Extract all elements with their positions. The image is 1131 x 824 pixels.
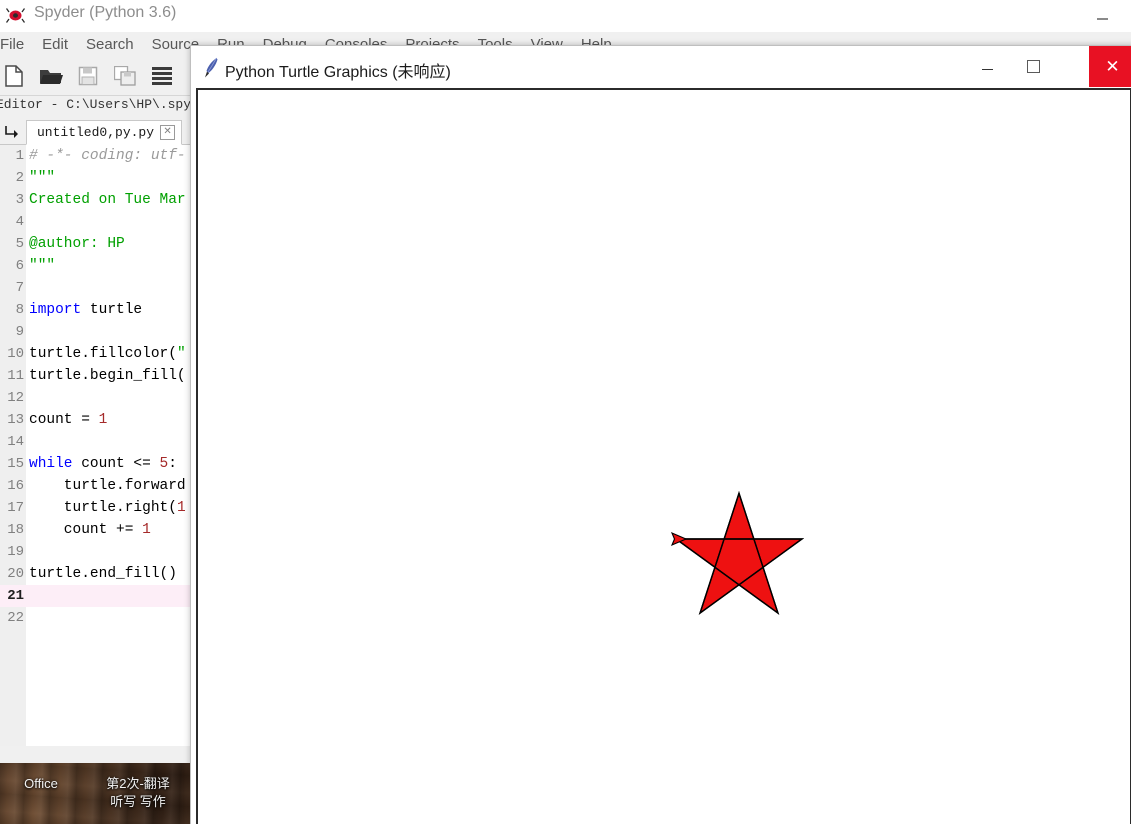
code-token: Created on Tue Mar xyxy=(29,192,186,208)
line-number: 17 xyxy=(7,500,24,516)
code-text: @author: HP xyxy=(29,233,125,255)
save-file-icon[interactable] xyxy=(76,64,100,88)
code-token: turtle xyxy=(81,302,143,318)
spyder-minimize-button[interactable] xyxy=(1079,0,1125,31)
spyder-titlebar[interactable]: Spyder (Python 3.6) xyxy=(0,0,1131,32)
code-token: """ xyxy=(29,258,56,274)
line-number: 18 xyxy=(7,522,24,538)
line-number: 21 xyxy=(7,588,24,604)
browse-tabs-icon[interactable] xyxy=(0,121,26,143)
code-text: import turtle xyxy=(29,299,142,321)
code-token: : xyxy=(168,456,177,472)
line-number: 12 xyxy=(7,390,24,406)
turtle-canvas-area[interactable] xyxy=(196,88,1131,824)
line-number: 19 xyxy=(7,544,24,560)
code-token: turtle.fillcolor( xyxy=(29,346,177,362)
line-number: 1 xyxy=(15,148,24,164)
line-number: 9 xyxy=(15,324,24,340)
code-token: 1 xyxy=(98,412,108,428)
minimize-button[interactable] xyxy=(964,46,1010,86)
minimize-icon xyxy=(1096,17,1108,20)
line-number: 7 xyxy=(15,280,24,296)
line-number: 11 xyxy=(7,368,24,384)
line-number: 15 xyxy=(7,456,24,472)
spyder-logo-icon xyxy=(5,6,26,25)
line-number: 14 xyxy=(7,434,24,450)
code-token: while xyxy=(29,456,73,472)
code-text: turtle.begin_fill( xyxy=(29,365,186,387)
code-token: turtle.end_fill() xyxy=(29,566,177,582)
code-token: 5 xyxy=(159,456,169,472)
close-icon: ✕ xyxy=(1105,57,1120,76)
line-number: 8 xyxy=(15,302,24,318)
code-text: turtle.fillcolor(" xyxy=(29,343,186,365)
code-token: " xyxy=(176,346,186,362)
code-token: count += xyxy=(29,522,143,538)
desktop-icon-label-folder[interactable]: 第2次-翻译 听写 写作 xyxy=(86,775,190,811)
save-all-icon[interactable] xyxy=(113,64,137,88)
code-token: turtle.right( xyxy=(29,500,177,516)
code-token: count <= xyxy=(72,456,160,472)
code-text: turtle.forward xyxy=(29,475,186,497)
code-token: """ xyxy=(29,170,56,186)
file-list-icon[interactable] xyxy=(150,64,174,88)
code-token: count = xyxy=(29,412,99,428)
line-number: 22 xyxy=(7,610,24,626)
close-button[interactable]: ✕ xyxy=(1089,46,1131,87)
code-token: import xyxy=(29,302,82,318)
line-number: 6 xyxy=(15,258,24,274)
turtle-star-drawing xyxy=(670,490,805,615)
code-token: 1 xyxy=(142,522,151,538)
spyder-window-title: Spyder (Python 3.6) xyxy=(34,4,177,21)
menu-item-edit[interactable]: Edit xyxy=(42,36,68,53)
screen-root: Office 第2次-翻译 听写 写作 Spyder (Python 3.6) … xyxy=(0,0,1131,824)
editor-pane-title: Editor - C:\Users\HP\.spy xyxy=(0,97,192,112)
minimize-icon xyxy=(981,68,993,71)
code-text: turtle.right(1 xyxy=(29,497,186,519)
line-number: 3 xyxy=(15,192,24,208)
turtle-graphics-window: Python Turtle Graphics (未响应) ✕ xyxy=(190,45,1131,824)
line-number: 4 xyxy=(15,214,24,230)
menu-item-search[interactable]: Search xyxy=(86,36,134,53)
code-token: turtle.begin_fill( xyxy=(29,368,186,384)
line-number: 16 xyxy=(7,478,24,494)
close-icon[interactable]: ✕ xyxy=(160,124,176,140)
line-number: 13 xyxy=(7,412,24,428)
menu-item-file[interactable]: File xyxy=(0,36,24,53)
line-number: 10 xyxy=(7,346,24,362)
turtle-titlebar[interactable]: Python Turtle Graphics (未响应) ✕ xyxy=(191,46,1131,88)
line-number: 20 xyxy=(7,566,24,582)
code-text: count = 1 xyxy=(29,409,107,431)
editor-tab-untitled0[interactable]: untitled0,py.py ✕ xyxy=(26,119,183,145)
code-text: """ xyxy=(29,167,55,189)
maximize-button[interactable] xyxy=(1010,46,1056,86)
maximize-icon xyxy=(1026,59,1040,73)
code-text: turtle.end_fill() xyxy=(29,563,177,585)
desktop-icon-label-office[interactable]: Office xyxy=(10,775,72,793)
code-text: count += 1 xyxy=(29,519,151,541)
code-token: # -*- coding: utf- xyxy=(29,148,186,164)
open-folder-icon[interactable] xyxy=(39,64,63,88)
code-token: 1 xyxy=(176,500,186,516)
line-number: 2 xyxy=(15,170,24,186)
python-feather-icon xyxy=(203,57,221,78)
code-text: Created on Tue Mar xyxy=(29,189,186,211)
editor-tab-label: untitled0,py.py xyxy=(37,124,155,140)
line-number: 5 xyxy=(15,236,24,252)
code-text: """ xyxy=(29,255,55,277)
code-text: while count <= 5: xyxy=(29,453,177,475)
code-token: @author: HP xyxy=(29,236,125,252)
code-token: turtle.forward xyxy=(29,478,186,494)
new-file-icon[interactable] xyxy=(2,64,26,88)
code-text: # -*- coding: utf- xyxy=(29,145,186,167)
turtle-window-title: Python Turtle Graphics (未响应) xyxy=(225,64,451,81)
